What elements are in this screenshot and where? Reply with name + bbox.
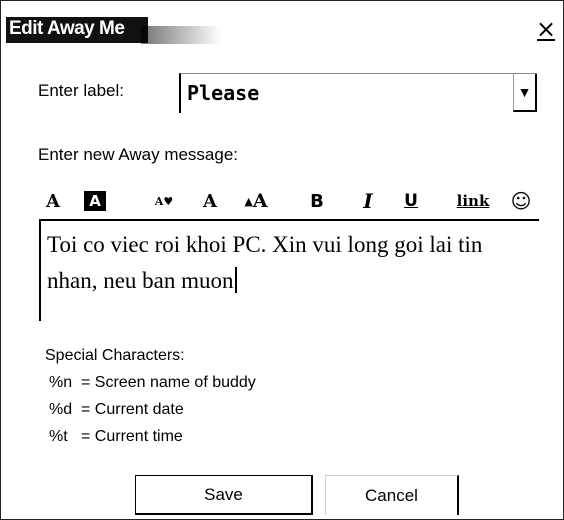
label-value: Please xyxy=(187,81,260,105)
link-icon[interactable]: link xyxy=(453,186,493,216)
increase-font-size-icon[interactable]: ▲ A xyxy=(239,186,273,216)
title-fade xyxy=(141,26,221,44)
special-char-screen-name: %n = Screen name of buddy xyxy=(49,374,256,391)
italic-icon[interactable]: I xyxy=(355,186,381,216)
save-button[interactable]: Save xyxy=(135,475,313,515)
message-caption: Enter new Away message: xyxy=(38,145,239,164)
underline-icon[interactable]: U xyxy=(399,186,423,216)
formatting-toolbar: A A A ♥ A ▲ A B I U link ☺ xyxy=(39,186,539,216)
smiley-icon[interactable]: ☺ xyxy=(509,186,533,216)
background-color-icon[interactable]: A xyxy=(83,186,107,216)
dialog-title: Edit Away Me xyxy=(9,18,125,39)
special-characters-heading: Special Characters: xyxy=(45,347,185,364)
label-combobox[interactable]: Please ▼ xyxy=(179,73,537,113)
edit-away-message-dialog: Edit Away Me × Enter label: Please ▼ Ent… xyxy=(0,0,564,520)
chevron-down-icon[interactable]: ▼ xyxy=(513,74,537,112)
normal-font-size-icon[interactable]: A xyxy=(199,186,221,216)
cancel-button[interactable]: Cancel xyxy=(325,475,459,515)
label-caption: Enter label: xyxy=(38,81,124,100)
text-caret xyxy=(234,267,237,293)
text-color-icon[interactable]: A xyxy=(43,186,63,216)
away-message-editor[interactable]: Toi co viec roi khoi PC. Xin vui long go… xyxy=(39,219,539,321)
decrease-font-size-icon[interactable]: A ♥ xyxy=(149,186,179,216)
close-icon[interactable]: × xyxy=(533,15,559,43)
message-body: Toi co viec roi khoi PC. Xin vui long go… xyxy=(47,232,483,293)
special-char-date: %d = Current date xyxy=(49,401,184,418)
title-bar[interactable]: Edit Away Me × xyxy=(1,1,563,44)
away-message-text: Toi co viec roi khoi PC. Xin vui long go… xyxy=(47,227,527,299)
special-char-time: %t = Current time xyxy=(49,428,183,445)
bold-icon[interactable]: B xyxy=(306,186,328,216)
